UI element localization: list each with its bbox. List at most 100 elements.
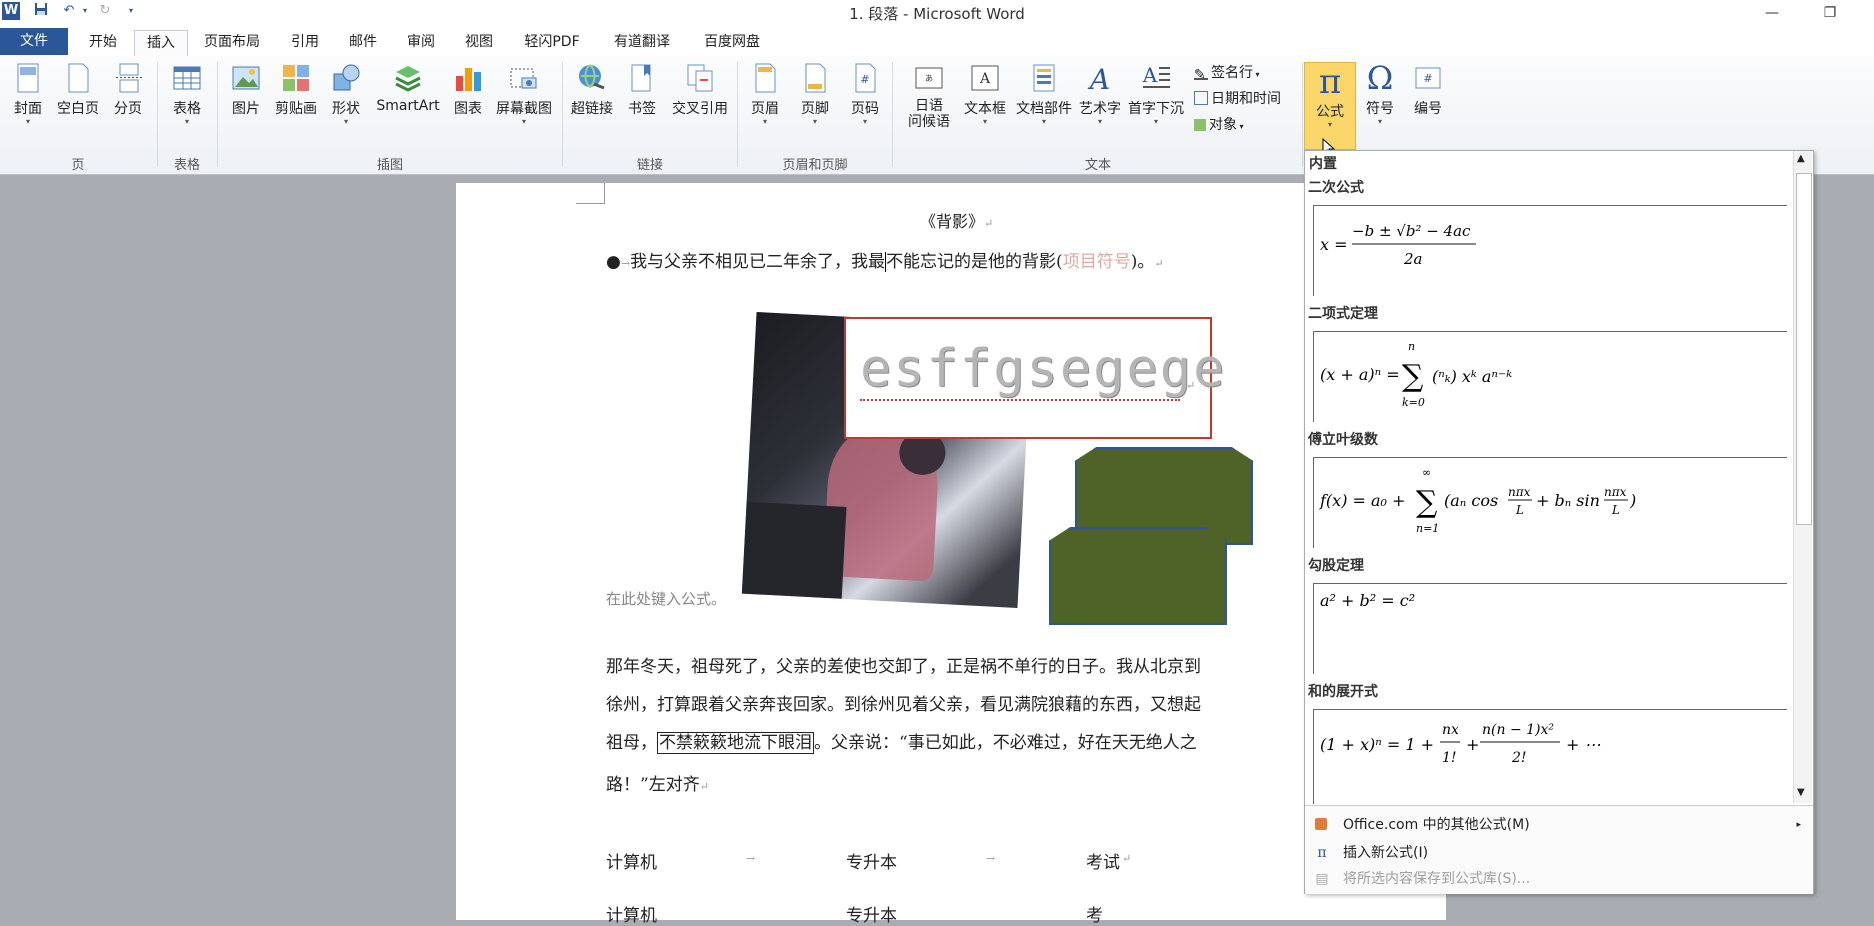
smartart-button[interactable]: SmartArt xyxy=(372,62,444,114)
clip-art-button[interactable]: 剪贴画 xyxy=(272,62,320,118)
group-label-links: 链接 xyxy=(636,158,663,173)
insert-new-equation-item[interactable]: π 插入新公式(I) xyxy=(1305,840,1813,866)
footer-icon xyxy=(805,63,826,93)
tab-insert[interactable]: 插入 xyxy=(134,30,188,57)
tab-home[interactable]: 开始 xyxy=(78,30,128,55)
group-divider xyxy=(892,62,893,167)
hyperlink-button[interactable]: 超链接 xyxy=(568,62,616,118)
scrollbar-thumb[interactable] xyxy=(1796,173,1812,525)
chart-button[interactable]: 图表 xyxy=(448,62,488,118)
shapes-icon xyxy=(333,64,360,91)
page-number-button[interactable]: # 页码 ▾ xyxy=(844,62,886,126)
document-title-line[interactable]: 《背影》↵ xyxy=(920,208,993,232)
signature-line-button[interactable]: ✎ 签名行 ▾ xyxy=(1194,62,1260,84)
tab-arrow: → xyxy=(986,852,996,865)
group-divider xyxy=(217,62,218,167)
paragraph-mark: ↵ xyxy=(1122,852,1132,865)
gallery-item-expansion[interactable]: (1 + x)ⁿ = 1 + nx 1! + n(n − 1)x² 2! + ⋯ xyxy=(1313,709,1787,804)
tab-row[interactable]: 计算机 专升本 考 xyxy=(606,901,1306,926)
svg-text:A: A xyxy=(979,71,991,87)
tab-row[interactable]: 计算机 → 专升本 → 考试 ↵ xyxy=(606,848,1306,873)
scroll-down-icon[interactable]: ▼ xyxy=(1797,787,1805,798)
cover-page-button[interactable]: 封面 ▾ xyxy=(8,62,48,126)
save-selection-to-gallery-item[interactable]: ▤ 将所选内容保存到公式库(S)... xyxy=(1305,866,1813,892)
wordart-button[interactable]: A 艺术字 ▾ xyxy=(1076,62,1124,126)
text-box-icon: A xyxy=(971,65,999,91)
phonetic-greeting-button[interactable]: あ 日语 问候语 xyxy=(898,62,960,130)
svg-text:nπx: nπx xyxy=(1508,485,1531,499)
greeting-icon: あ xyxy=(915,67,943,89)
phonetic-label-1: 日语 xyxy=(915,98,943,114)
tab-file[interactable]: 文件 xyxy=(0,28,68,55)
wordart-box[interactable]: esffgsegege ↵ xyxy=(844,317,1224,439)
svg-text:(1 + x)ⁿ = 1 +: (1 + x)ⁿ = 1 + xyxy=(1320,735,1434,754)
expansion-formula-icon: (1 + x)ⁿ = 1 + nx 1! + n(n − 1)x² 2! + ⋯ xyxy=(1320,722,1601,766)
equation-gallery: 内置 ▲ ▼ 二次公式 x = −b ± √b² − 4ac 2a 二项式定理 … xyxy=(1304,150,1814,894)
tab-cell: 专升本 xyxy=(846,906,897,926)
tab-view[interactable]: 视图 xyxy=(458,30,500,55)
page-number-icon: # xyxy=(855,63,876,93)
chevron-right-icon: ▸ xyxy=(1796,820,1801,830)
svg-text:nπx: nπx xyxy=(1604,485,1627,499)
table-button[interactable]: 表格 ▾ xyxy=(166,62,208,126)
scroll-up-icon[interactable]: ▲ xyxy=(1797,153,1805,164)
green-shape-front[interactable] xyxy=(1049,527,1227,625)
gallery-scrollbar[interactable]: ▲ ▼ xyxy=(1793,151,1812,803)
tab-baidu-netdisk[interactable]: 百度网盘 xyxy=(694,30,770,55)
gallery-item-title: 二项式定理 xyxy=(1308,306,1378,322)
tab-review[interactable]: 审阅 xyxy=(400,30,442,55)
screenshot-button[interactable]: 屏幕截图 ▾ xyxy=(492,62,556,126)
calendar-icon xyxy=(1194,91,1208,105)
drop-cap-button[interactable]: A 首字下沉 ▾ xyxy=(1124,62,1188,126)
bookmark-icon xyxy=(631,64,651,92)
more-equations-office-item[interactable]: Office.com 中的其他公式(M) ▸ xyxy=(1305,812,1813,838)
wordart-icon: A xyxy=(1087,63,1110,94)
cross-reference-button[interactable]: 交叉引用 xyxy=(668,62,732,118)
shapes-button[interactable]: 形状 ▾ xyxy=(326,62,366,126)
date-time-label: 日期和时间 xyxy=(1211,91,1281,107)
page-break-button[interactable]: 分页 xyxy=(108,62,148,118)
text-box-button[interactable]: A 文本框 ▾ xyxy=(960,62,1010,126)
quick-parts-button[interactable]: 文档部件 ▾ xyxy=(1012,62,1076,126)
gallery-item-binomial[interactable]: (x + a)ⁿ = n ∑ k=0 (ⁿₖ) xᵏ aⁿ⁻ᵏ xyxy=(1313,331,1787,422)
object-button[interactable]: 对象 ▾ xyxy=(1194,114,1244,136)
text-box-label: 文本框 xyxy=(964,101,1006,117)
main-paragraph[interactable]: 那年冬天，祖母死了，父亲的差使也交卸了，正是祸不单行的日子。我从北京到 徐州，打… xyxy=(606,648,1296,806)
picture-icon xyxy=(232,66,260,90)
picture-button[interactable]: 图片 xyxy=(226,62,266,118)
blank-page-button[interactable]: 空白页 xyxy=(54,62,102,118)
symbol-button[interactable]: Ω 符号 ▾ xyxy=(1358,62,1402,126)
svg-text:∑: ∑ xyxy=(1402,359,1424,394)
chevron-down-icon: ▾ xyxy=(982,117,987,126)
gallery-item-pythagorean[interactable]: a² + b² = c² xyxy=(1313,583,1787,674)
tab-page-layout[interactable]: 页面布局 xyxy=(196,30,268,55)
paragraph-line: 那年冬天，祖母死了，父亲的差使也交卸了，正是祸不单行的日子。我从北京到 xyxy=(606,657,1201,677)
equation-button[interactable]: π 公式 ▾ xyxy=(1304,62,1356,150)
bookmark-button[interactable]: 书签 xyxy=(622,62,662,118)
chevron-down-icon: ▾ xyxy=(1153,117,1158,126)
numbering-button[interactable]: # 编号 xyxy=(1406,62,1450,118)
equation-placeholder[interactable]: 在此处键入公式。 xyxy=(606,588,726,609)
chevron-down-icon: ▾ xyxy=(812,117,817,126)
tab-mailings[interactable]: 邮件 xyxy=(342,30,384,55)
shapes-label: 形状 xyxy=(332,101,360,117)
date-time-button[interactable]: 日期和时间 xyxy=(1194,88,1281,110)
tab-qingshan-pdf[interactable]: 轻闪PDF xyxy=(516,30,588,55)
save-selection-icon: ▤ xyxy=(1315,871,1329,887)
footer-button[interactable]: 页脚 ▾ xyxy=(794,62,836,126)
svg-text:x =: x = xyxy=(1320,235,1348,254)
header-button[interactable]: 页眉 ▾ xyxy=(744,62,786,126)
chevron-down-icon: ▾ xyxy=(1237,122,1244,131)
restore-button[interactable]: ❐ xyxy=(1810,2,1850,24)
tab-references[interactable]: 引用 xyxy=(284,30,326,55)
svg-text:∞: ∞ xyxy=(1422,466,1431,479)
bullet-paragraph[interactable]: ●→我与父亲不相见已二年余了，我最不能忘记的是他的背影(项目符号)。↵ xyxy=(606,247,1164,272)
svg-text:#: # xyxy=(1423,72,1432,85)
document-page[interactable]: 《背影》↵ ●→我与父亲不相见已二年余了，我最不能忘记的是他的背影(项目符号)。… xyxy=(456,183,1446,926)
gallery-item-fourier[interactable]: f(x) = a₀ + ∞ ∑ n=1 (aₙ cos nπx L + bₙ s… xyxy=(1313,457,1787,548)
menu-item-label: Office.com 中的其他公式(M) xyxy=(1343,817,1530,833)
gallery-item-quadratic[interactable]: x = −b ± √b² − 4ac 2a xyxy=(1313,205,1787,296)
minimize-button[interactable]: — xyxy=(1752,2,1792,24)
tab-youdao[interactable]: 有道翻译 xyxy=(604,30,680,55)
screenshot-label: 屏幕截图 xyxy=(496,101,552,117)
